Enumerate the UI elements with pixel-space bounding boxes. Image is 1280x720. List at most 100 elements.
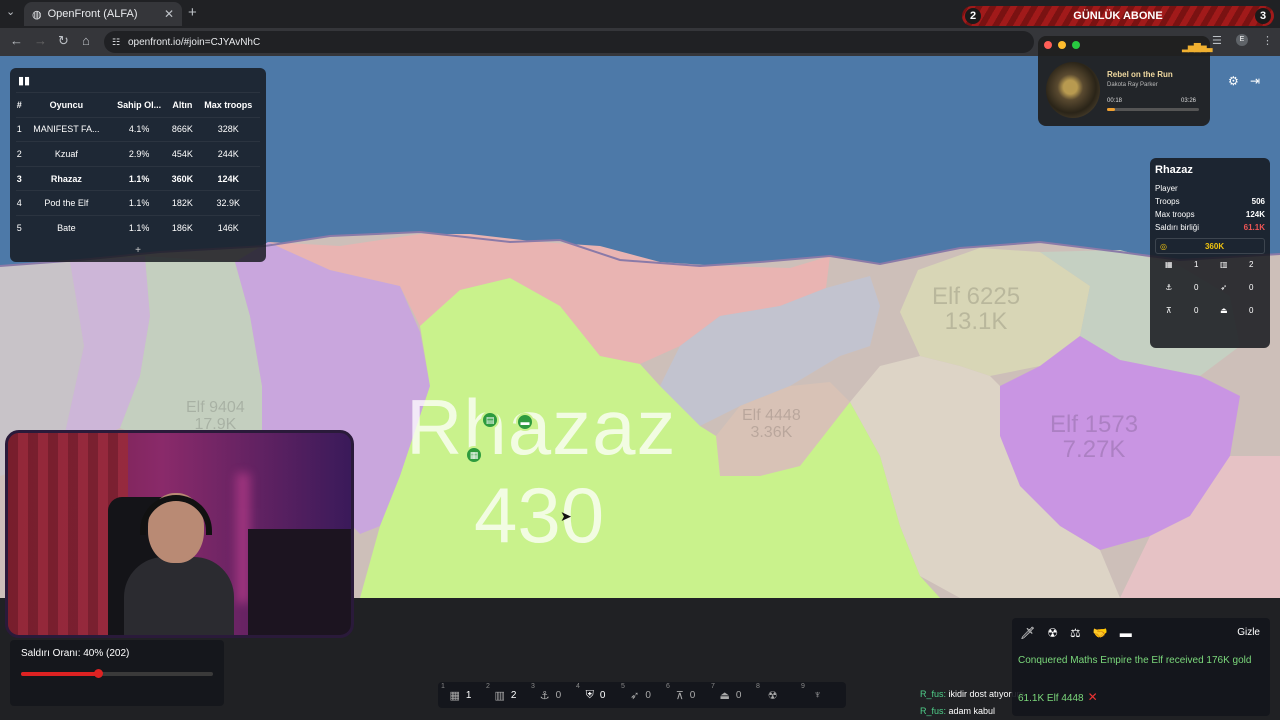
build-slot-port[interactable]: 3 ⚓ 0 <box>528 682 573 708</box>
build-count: 0 <box>555 689 562 701</box>
col-owned[interactable]: Sahip Ol... <box>110 92 169 118</box>
browser-menu-icon[interactable]: ⋮ <box>1262 34 1273 47</box>
row-rank: 4 <box>16 190 23 216</box>
banner-text: GÜNLÜK ABONE <box>1073 10 1163 22</box>
col-player[interactable]: Oyuncu <box>22 92 111 118</box>
globe-icon: ◍ <box>32 8 42 21</box>
leaderboard-row[interactable]: 4 Pod the Elf 1.1% 182K 32.9K <box>16 190 260 216</box>
player-type-row: Player <box>1155 182 1265 195</box>
territory-name: Elf 4448 <box>742 407 801 424</box>
factory-icon: ▥ <box>1219 260 1228 269</box>
col-max-troops[interactable]: Max troops <box>196 92 260 118</box>
webcam-shelf <box>248 529 351 635</box>
close-tab-icon[interactable]: ✕ <box>164 7 174 21</box>
mouse-cursor-icon: ➤ <box>560 508 572 524</box>
factory-unit-icon[interactable]: ▤ <box>481 411 499 429</box>
tab-list-chevron-icon[interactable]: ⌄ <box>6 5 15 18</box>
city-unit-icon[interactable]: ▦ <box>465 446 483 464</box>
nuke-filter-icon[interactable]: ☢ <box>1047 626 1058 640</box>
hotkey-label: 3 <box>531 683 535 690</box>
col-gold[interactable]: Altın <box>168 92 197 118</box>
leaderboard-chart-icon[interactable]: ▮▮ <box>18 74 30 87</box>
row-rank: 5 <box>16 214 23 241</box>
hotkey-label: 9 <box>801 683 805 690</box>
track-progress-fill <box>1107 108 1116 111</box>
new-tab-icon[interactable]: + <box>188 4 197 21</box>
factory-icon: ▥ <box>494 689 505 702</box>
attack-ratio-handle[interactable] <box>93 669 103 678</box>
home-icon[interactable]: ⌂ <box>82 33 90 48</box>
incoming-attack-row: 61.1K Elf 4448 ✕ <box>1018 690 1098 704</box>
row-owned: 1.1% <box>110 190 169 216</box>
trade-filter-icon[interactable]: ⚖ <box>1070 626 1081 640</box>
attack-filter-icon[interactable]: 🗡 <box>1020 626 1035 640</box>
player-type: Player <box>1155 184 1178 193</box>
structures-grid: ▦ 1 ▥ 2 ⚓ 0 ➶ 0 ⊼ 0 ⏏ 0 <box>1155 260 1265 315</box>
leaderboard-expand-button[interactable]: + <box>10 245 266 256</box>
attack-ratio-slider[interactable] <box>21 669 213 678</box>
attack-troops-row: Saldırı birliği 61.1K <box>1155 221 1265 234</box>
row-player: MANIFEST FA... <box>22 116 111 142</box>
col-rank[interactable]: # <box>16 92 23 118</box>
reload-icon[interactable]: ↻ <box>58 33 69 49</box>
music-player-overlay: ▂▅▇▅▃ Rebel on the Run Dakota Ray Parker… <box>1038 36 1213 126</box>
leaderboard-header-row: # Oyuncu Sahip Ol... Altın Max troops <box>16 92 260 118</box>
row-gold: 866K <box>168 116 197 142</box>
track-progress <box>1107 108 1199 111</box>
alliance-filter-icon[interactable]: 🤝 <box>1093 626 1108 640</box>
leaderboard-row[interactable]: 5 Bate 1.1% 186K 146K <box>16 214 260 241</box>
address-bar[interactable]: ☷ openfront.io/#join=CJYAvNhC <box>104 31 1034 53</box>
city-count: 1 <box>1194 260 1199 269</box>
hotkey-label: 6 <box>666 683 670 690</box>
build-slot-missile-silo[interactable]: 5 ➶ 0 <box>618 682 663 708</box>
row-rank: 1 <box>16 116 23 142</box>
track-elapsed: 00:18 <box>1107 98 1123 104</box>
build-slot-hydrogen-bomb[interactable]: 9 ♆ <box>798 682 843 708</box>
chat-filter-icon[interactable]: ▬ <box>1120 626 1132 640</box>
build-slot-city[interactable]: 1 ▦ 1 <box>438 682 483 708</box>
site-info-icon[interactable]: ☷ <box>112 37 120 48</box>
chat-user: R_fus: <box>920 706 947 716</box>
territory-troops: 13.1K <box>944 308 1008 336</box>
build-slot-sam-launcher[interactable]: 6 ⊼ 0 <box>663 682 708 708</box>
hotkey-label: 8 <box>756 683 760 690</box>
forward-icon[interactable]: → <box>34 33 47 48</box>
build-slot-defense[interactable]: 4 ⛨ 0 <box>573 682 618 708</box>
cancel-attack-icon[interactable]: ✕ <box>1088 690 1098 704</box>
build-slot-nuke[interactable]: 8 ☢ <box>753 682 798 708</box>
back-icon[interactable]: ← <box>10 33 23 48</box>
max-troops-row: Max troops 124K <box>1155 208 1265 221</box>
leaderboard-row-current-player[interactable]: 3 Rhazaz 1.1% 360K 124K <box>16 165 260 191</box>
streamer-body <box>124 557 234 635</box>
player-territory-troops: 430 <box>474 471 605 559</box>
troops-value: 506 <box>1251 197 1265 206</box>
row-player: Kzuaf <box>22 141 111 167</box>
row-max-troops: 32.9K <box>196 190 260 216</box>
hotkey-label: 5 <box>621 683 625 690</box>
leaderboard-row[interactable]: 1 MANIFEST FA... 4.1% 866K 328K <box>16 116 260 142</box>
sam-count: 0 <box>1194 306 1199 315</box>
city-unit-icon[interactable]: ▬ <box>516 413 534 431</box>
row-max-troops: 146K <box>196 214 260 241</box>
webcam-overlay <box>5 430 354 638</box>
leaderboard-panel: ▮▮ # Oyuncu Sahip Ol... Altın Max troops… <box>10 68 266 262</box>
extensions-icon[interactable]: ☰ <box>1212 34 1222 47</box>
minimize-dot-icon <box>1058 41 1066 49</box>
port-count: 0 <box>1194 283 1199 292</box>
hotkey-label: 1 <box>441 683 445 690</box>
settings-gear-icon[interactable]: ⚙ <box>1228 74 1239 88</box>
exit-game-icon[interactable]: ⇥ <box>1250 74 1260 88</box>
row-gold: 182K <box>168 190 197 216</box>
webcam-streamer <box>124 493 234 635</box>
browser-tab[interactable]: ◍ OpenFront (ALFA) ✕ <box>24 2 182 26</box>
track-title: Rebel on the Run <box>1107 70 1173 79</box>
profile-avatar[interactable]: E <box>1236 34 1248 46</box>
factory-count: 2 <box>1249 260 1254 269</box>
build-slot-factory[interactable]: 2 ▥ 2 <box>483 682 528 708</box>
hide-events-button[interactable]: Gizle <box>1237 627 1260 638</box>
territory-name: Elf 1573 <box>1050 411 1139 438</box>
event-message: Conquered Maths Empire the Elf received … <box>1018 655 1252 666</box>
incoming-attack-text[interactable]: 61.1K Elf 4448 <box>1018 693 1084 704</box>
leaderboard-row[interactable]: 2 Kzuaf 2.9% 454K 244K <box>16 141 260 167</box>
build-slot-warship[interactable]: 7 ⏏ 0 <box>708 682 753 708</box>
